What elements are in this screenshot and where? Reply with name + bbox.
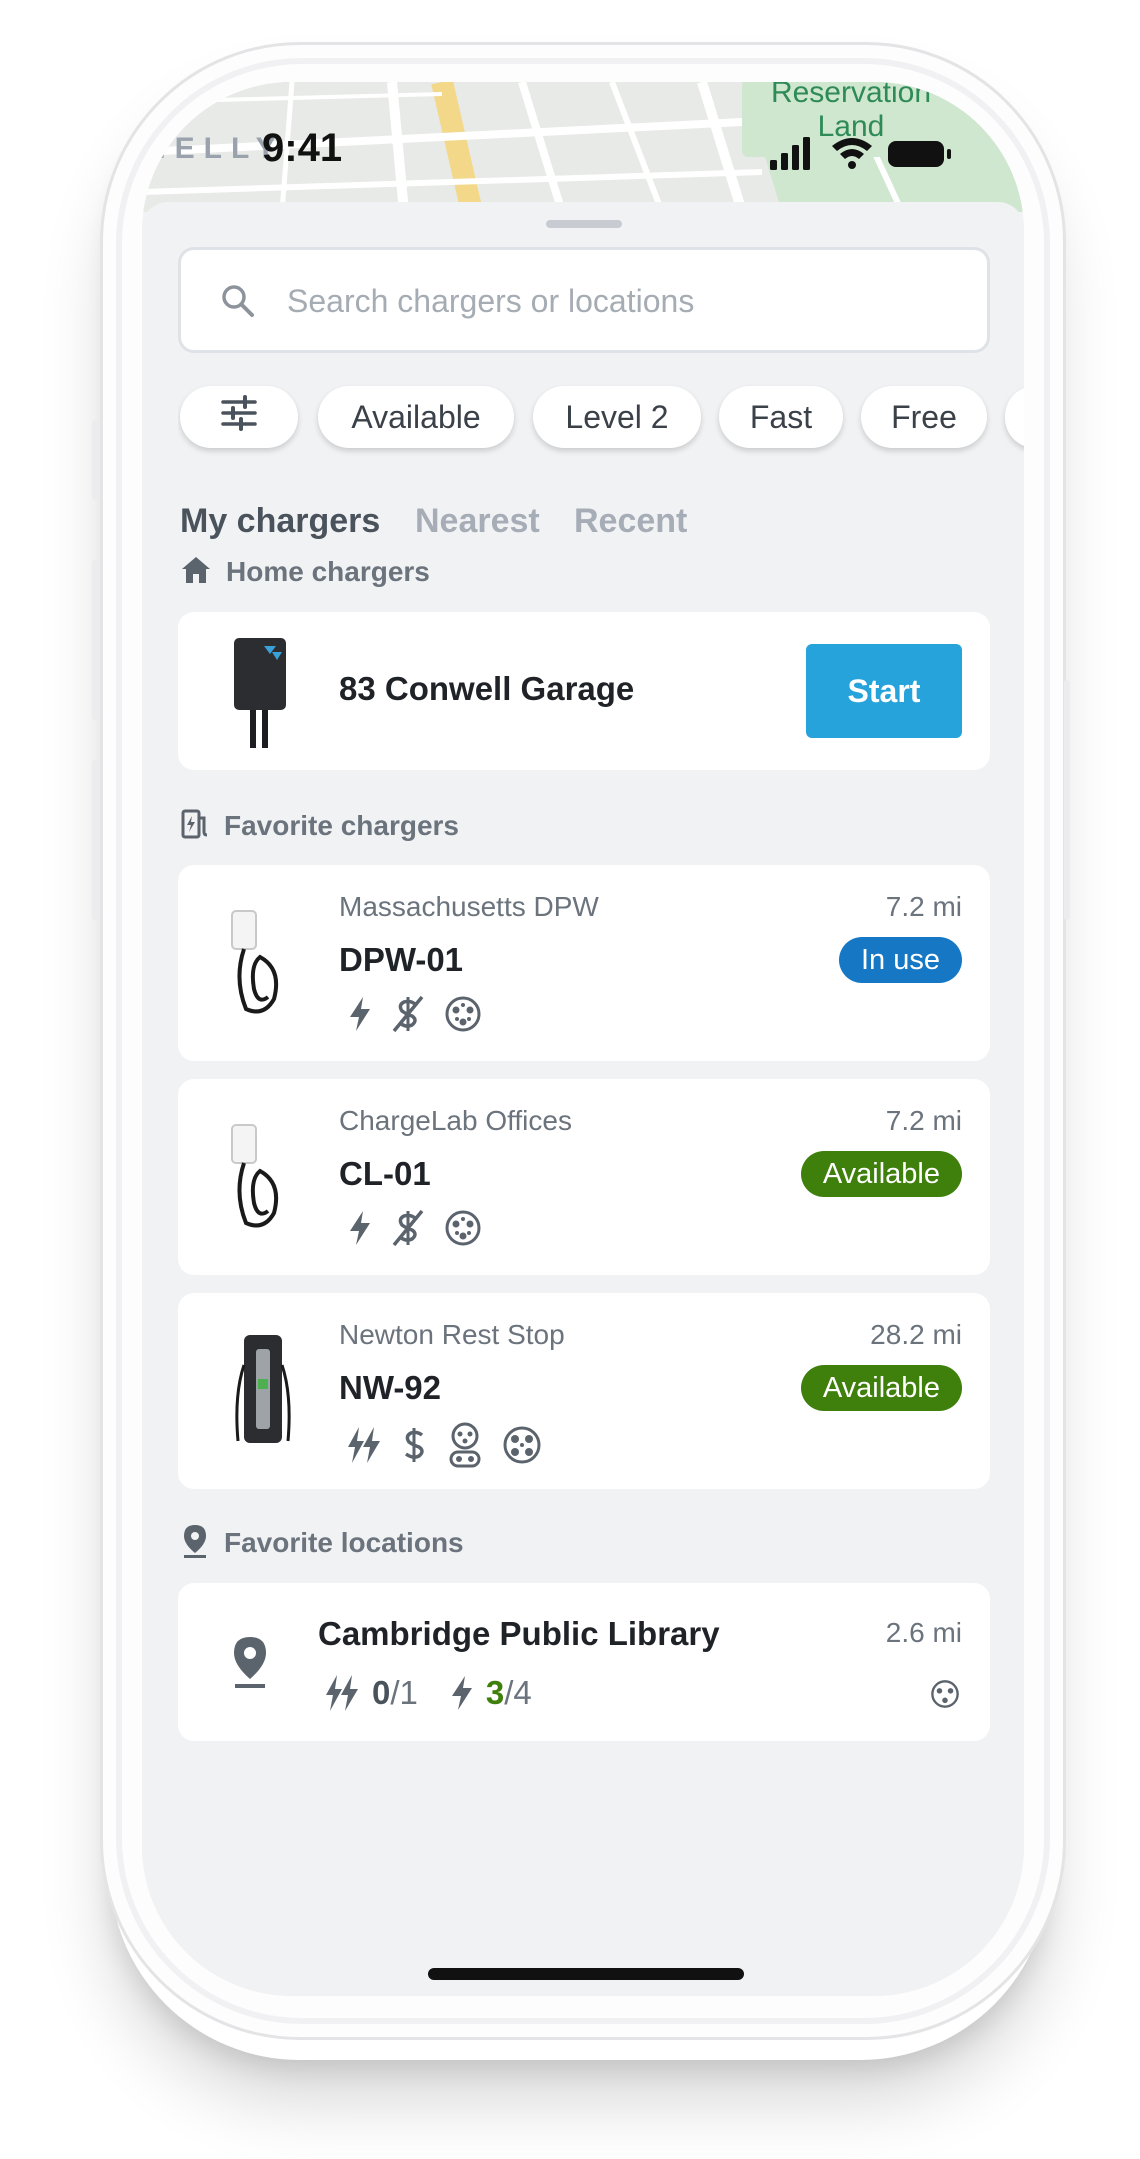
search-bar[interactable]	[178, 247, 990, 353]
connector-j1772-icon	[444, 995, 482, 1033]
home-chargers-header: Home chargers	[180, 552, 430, 592]
connector-j1772-icon	[930, 1679, 960, 1714]
search-input[interactable]	[285, 272, 969, 330]
home-chargers-label: Home chargers	[226, 556, 430, 587]
ev-station-icon	[180, 808, 210, 845]
filter-chip-level-2[interactable]: Level 2	[533, 386, 701, 448]
charger-distance: 7.2 mi	[885, 1105, 962, 1136]
status-badge: In use	[839, 937, 962, 983]
charger-feature-icons	[348, 995, 500, 1033]
filter-chips: Available Level 2 Fast Free	[178, 380, 1024, 470]
favorite-chargers-header: Favorite chargers	[180, 806, 459, 846]
tab-nearest[interactable]: Nearest	[415, 502, 540, 541]
favorite-location-card[interactable]: Cambridge Public Library 2.6 mi 0 /1 3 /…	[178, 1583, 990, 1741]
filter-chip-more[interactable]	[1005, 386, 1024, 448]
level2-available-count: 3	[485, 1674, 505, 1711]
connector-j1772-icon	[444, 1209, 482, 1247]
wifi-icon	[832, 138, 872, 169]
favorite-locations-header: Favorite locations	[180, 1523, 464, 1563]
charger-name: DPW-01	[339, 941, 464, 978]
fast-total-count: /1	[390, 1674, 418, 1711]
filter-chip-fast[interactable]: Fast	[719, 386, 843, 448]
filter-settings-button[interactable]	[180, 386, 298, 448]
dollar-icon	[400, 1426, 428, 1464]
volume-down-button	[92, 760, 98, 920]
charger-feature-icons	[346, 1421, 560, 1469]
app-screen: Reservation Land NELLY 9:41 Search charg…	[142, 82, 1024, 1996]
no-cost-icon	[390, 1209, 426, 1247]
cellular-signal-icon	[770, 137, 810, 170]
sliders-icon	[219, 395, 259, 439]
charger-feature-icons	[348, 1209, 500, 1247]
status-badge: Available	[800, 1151, 962, 1197]
location-name: Cambridge Public Library	[318, 1615, 720, 1652]
portable-charger-image	[224, 1123, 294, 1238]
status-icons	[770, 134, 970, 179]
favorite-locations-label: Favorite locations	[224, 1527, 464, 1558]
lightning-icon	[348, 1210, 372, 1246]
lightning-icon	[450, 1675, 474, 1711]
power-button	[1064, 680, 1070, 920]
charger-site-name: Massachusetts DPW	[339, 891, 599, 922]
charger-name: CL-01	[339, 1155, 431, 1192]
map-pin-icon	[180, 1523, 210, 1564]
fast-charge-icon	[324, 1673, 360, 1713]
filter-chip-free[interactable]: Free	[861, 386, 987, 448]
connector-chademo-icon	[502, 1425, 542, 1465]
fast-charge-icon	[346, 1425, 382, 1465]
location-pin-icon	[230, 1635, 270, 1694]
filter-chip-available[interactable]: Available	[318, 386, 514, 448]
favorite-charger-card[interactable]: Massachusetts DPW 7.2 mi DPW-01 In use	[178, 865, 990, 1061]
fast-available-count: 0	[372, 1674, 391, 1711]
bottom-sheet: Available Level 2 Fast Free My chargers …	[142, 202, 1024, 1996]
status-badge: Available	[800, 1365, 962, 1411]
wall-charger-image	[230, 638, 290, 753]
tab-my-chargers[interactable]: My chargers	[180, 502, 380, 541]
battery-icon	[888, 141, 951, 167]
level2-total-count: /4	[504, 1674, 532, 1711]
favorite-charger-card[interactable]: Newton Rest Stop 28.2 mi NW-92 Available	[178, 1293, 990, 1489]
status-time: 9:41	[262, 126, 343, 170]
lightning-icon	[348, 996, 372, 1032]
volume-up-button	[92, 560, 98, 720]
charger-distance: 7.2 mi	[885, 891, 962, 922]
home-icon	[180, 555, 212, 590]
dc-fast-charger-image	[232, 1335, 294, 1452]
tab-recent[interactable]: Recent	[574, 502, 687, 541]
charger-site-name: ChargeLab Offices	[339, 1105, 572, 1136]
location-availability: 0 /1 3 /4	[324, 1673, 532, 1713]
home-charger-card[interactable]: 83 Conwell Garage Start	[178, 612, 990, 770]
favorite-charger-card[interactable]: ChargeLab Offices 7.2 mi CL-01 Available	[178, 1079, 990, 1275]
search-icon	[221, 284, 255, 323]
charger-name: NW-92	[339, 1369, 442, 1406]
start-charging-button[interactable]: Start	[806, 644, 962, 738]
favorite-chargers-label: Favorite chargers	[224, 810, 459, 841]
no-cost-icon	[390, 995, 426, 1033]
home-indicator[interactable]	[428, 1968, 744, 1980]
home-charger-name: 83 Conwell Garage	[339, 670, 635, 707]
connector-ccs-icon	[446, 1421, 484, 1469]
charger-site-name: Newton Rest Stop	[339, 1319, 565, 1350]
mute-switch	[92, 420, 98, 500]
location-distance: 2.6 mi	[885, 1617, 962, 1648]
charger-distance: 28.2 mi	[870, 1319, 962, 1350]
portable-charger-image	[224, 909, 294, 1024]
sheet-grabber[interactable]	[546, 220, 622, 228]
